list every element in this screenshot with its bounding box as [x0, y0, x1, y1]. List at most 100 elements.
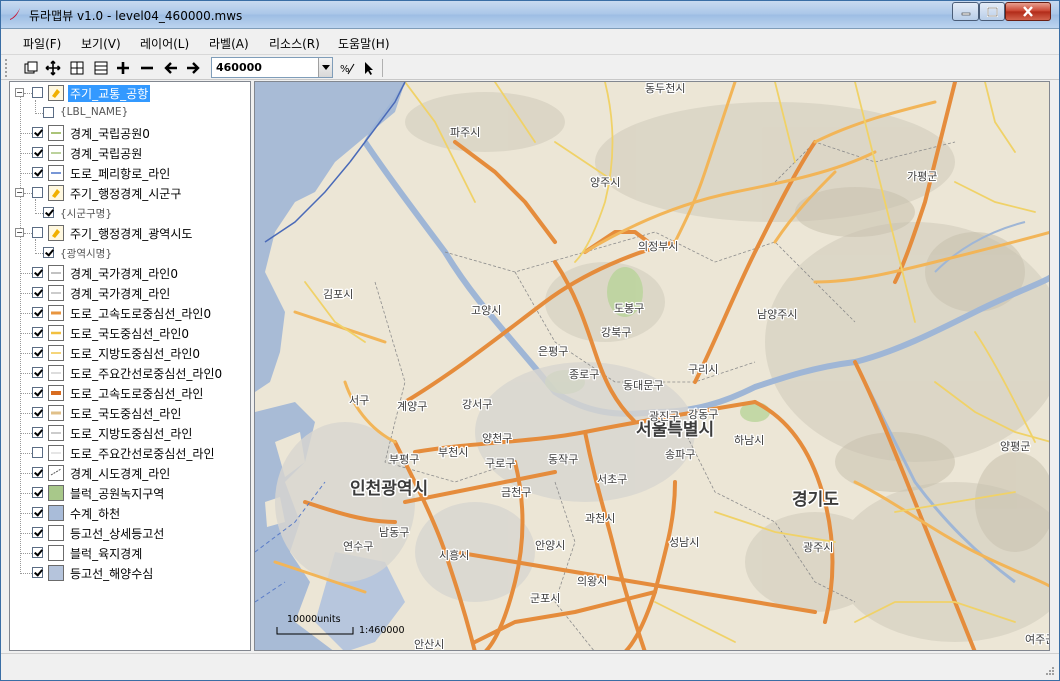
tree-item-layer[interactable]: 블럭_공원녹지구역: [10, 484, 250, 502]
forward-button[interactable]: [183, 58, 203, 78]
layer-name: {LBL_NAME}: [60, 106, 129, 118]
map-view[interactable]: 동두천시 파주시 양주시 가평군 의정부시 김포시 고양시 도봉구 강북구 남양주시 은평구 종로구 구…: [254, 81, 1050, 651]
layer-checkbox[interactable]: [32, 287, 43, 298]
zoom-in-button[interactable]: [113, 58, 133, 78]
zoom-out-icon: [141, 66, 153, 70]
tree-item-layer[interactable]: 도로_주요간선로중심선_라인0: [10, 364, 250, 382]
layer-checkbox[interactable]: [43, 107, 54, 118]
layer-tree[interactable]: − 주기_교통_공항 {LBL_NAME} 경계_국립공원0 경계_국립공원 도…: [9, 81, 251, 651]
layer-checkbox[interactable]: [32, 267, 43, 278]
tree-item-layer[interactable]: 블럭_육지경계: [10, 544, 250, 562]
tree-item-layer-airport[interactable]: − 주기_교통_공항: [10, 84, 250, 102]
layer-checkbox[interactable]: [32, 507, 43, 518]
chevron-down-icon: [321, 65, 330, 70]
title-bar[interactable]: 듀라맵뷰 v1.0 - level04_460000.mws: [1, 1, 1059, 29]
minimize-button[interactable]: [952, 2, 979, 21]
tree-item-layer[interactable]: 경계_국가경계_라인: [10, 284, 250, 302]
zoom-out-button[interactable]: [137, 58, 157, 78]
layer-checkbox[interactable]: [32, 227, 43, 238]
layer-name: 경계_국가경계_라인0: [70, 267, 178, 281]
layer-checkbox[interactable]: [32, 327, 43, 338]
layer-name: 도로_국도중심선_라인: [70, 407, 182, 421]
map-label-city: 서구: [349, 394, 369, 407]
close-button[interactable]: [1005, 2, 1051, 21]
menu-view[interactable]: 보기(V): [81, 35, 121, 52]
tree-item-layer-sigungu[interactable]: − 주기_행정경계_시군구: [10, 184, 250, 202]
pointer-button[interactable]: [359, 58, 379, 78]
back-button[interactable]: [161, 58, 181, 78]
scale-dropdown-button[interactable]: [318, 58, 332, 77]
layer-checkbox[interactable]: [32, 347, 43, 358]
tree-item-layer[interactable]: 도로_고속도로중심선_라인: [10, 384, 250, 402]
tree-item-layer[interactable]: 경계_국립공원: [10, 144, 250, 162]
layer-checkbox[interactable]: [32, 567, 43, 578]
layer-name: 도로_지방도중심선_라인0: [70, 347, 201, 361]
collapse-icon[interactable]: −: [15, 188, 24, 197]
pointer-icon: [365, 62, 373, 75]
menu-resource[interactable]: 리소스(R): [269, 35, 320, 52]
tree-item-layer[interactable]: 경계_국가경계_라인0: [10, 264, 250, 282]
zoom-window-button[interactable]: [67, 58, 87, 78]
layer-checkbox[interactable]: [32, 127, 43, 138]
tree-item-layer[interactable]: 수계_하천: [10, 504, 250, 522]
map-label-city: 광주시: [803, 541, 833, 554]
zoom-extent-button[interactable]: [21, 58, 41, 78]
collapse-icon[interactable]: −: [15, 88, 24, 97]
map-canvas[interactable]: 동두천시파주시양주시 가평군의정부시김포시고양시 도봉구강북구남양주시은평구종로구 구…: [255, 82, 1050, 651]
tree-item-layer[interactable]: 도로_국도중심선_라인: [10, 404, 250, 422]
line-layer-icon: [48, 125, 64, 141]
maximize-button[interactable]: [979, 2, 1005, 21]
tree-item-layer[interactable]: 도로_국도중심선_라인0: [10, 324, 250, 342]
collapse-icon[interactable]: −: [15, 228, 24, 237]
layer-checkbox[interactable]: [32, 407, 43, 418]
layer-checkbox[interactable]: [32, 167, 43, 178]
layer-checkbox[interactable]: [32, 87, 43, 98]
tree-item-layer[interactable]: 등고선_해양수심: [10, 564, 250, 582]
scale-ratio-button[interactable]: %: [337, 58, 357, 78]
layer-checkbox[interactable]: [32, 427, 43, 438]
tree-item-layer[interactable]: 도로_고속도로중심선_라인0: [10, 304, 250, 322]
tree-item-layer[interactable]: 도로_지방도중심선_라인0: [10, 344, 250, 362]
map-label-region: 경기도: [792, 490, 839, 510]
resize-grip-icon[interactable]: [1043, 664, 1055, 676]
layer-checkbox[interactable]: [43, 207, 54, 218]
menu-help[interactable]: 도움말(H): [338, 35, 390, 52]
menu-layer[interactable]: 레이어(L): [140, 35, 189, 52]
layer-checkbox[interactable]: [32, 307, 43, 318]
map-label-city: 양평군: [1000, 440, 1030, 453]
tree-item-sublabel[interactable]: {LBL_NAME}: [10, 104, 250, 122]
layer-name: 경계_국가경계_라인: [70, 287, 171, 301]
menu-file[interactable]: 파일(F): [23, 35, 61, 52]
scale-bar-units: 10000units: [287, 614, 341, 625]
tree-item-layer[interactable]: 경계_국립공원0: [10, 124, 250, 142]
tree-item-layer-sido[interactable]: − 주기_행정경계_광역시도: [10, 224, 250, 242]
layer-checkbox[interactable]: [32, 547, 43, 558]
layer-checkbox[interactable]: [32, 527, 43, 538]
toolbar-grip[interactable]: [5, 59, 8, 77]
tree-item-sublabel[interactable]: {시군구명}: [10, 204, 250, 222]
layer-checkbox[interactable]: [32, 467, 43, 478]
toolbar: 460000 %: [1, 56, 1059, 80]
map-label-city: 광진구: [649, 410, 679, 423]
tree-item-layer[interactable]: 도로_주요간선로중심선_라인: [10, 444, 250, 462]
map-label-city: 부천시: [438, 445, 468, 459]
tree-item-layer[interactable]: 도로_지방도중심선_라인: [10, 424, 250, 442]
map-label-city: 남양주시: [757, 308, 797, 321]
map-label-city: 부평구: [389, 453, 419, 466]
tree-item-layer[interactable]: 경계_시도경계_라인: [10, 464, 250, 482]
tree-item-layer[interactable]: 등고선_상세등고선: [10, 524, 250, 542]
layer-checkbox[interactable]: [32, 487, 43, 498]
layer-name: 도로_주요간선로중심선_라인0: [70, 367, 223, 381]
layer-checkbox[interactable]: [43, 247, 54, 258]
layer-checkbox[interactable]: [32, 187, 43, 198]
layer-checkbox[interactable]: [32, 147, 43, 158]
menu-label[interactable]: 라벨(A): [209, 35, 249, 52]
layer-checkbox[interactable]: [32, 387, 43, 398]
zoom-box-button[interactable]: [91, 58, 111, 78]
tree-item-sublabel[interactable]: {광역시명}: [10, 244, 250, 262]
tree-item-layer[interactable]: 도로_페리항로_라인: [10, 164, 250, 182]
layer-checkbox[interactable]: [32, 447, 43, 458]
layer-checkbox[interactable]: [32, 367, 43, 378]
scale-combobox[interactable]: 460000: [211, 57, 333, 78]
pan-button[interactable]: [43, 58, 63, 78]
